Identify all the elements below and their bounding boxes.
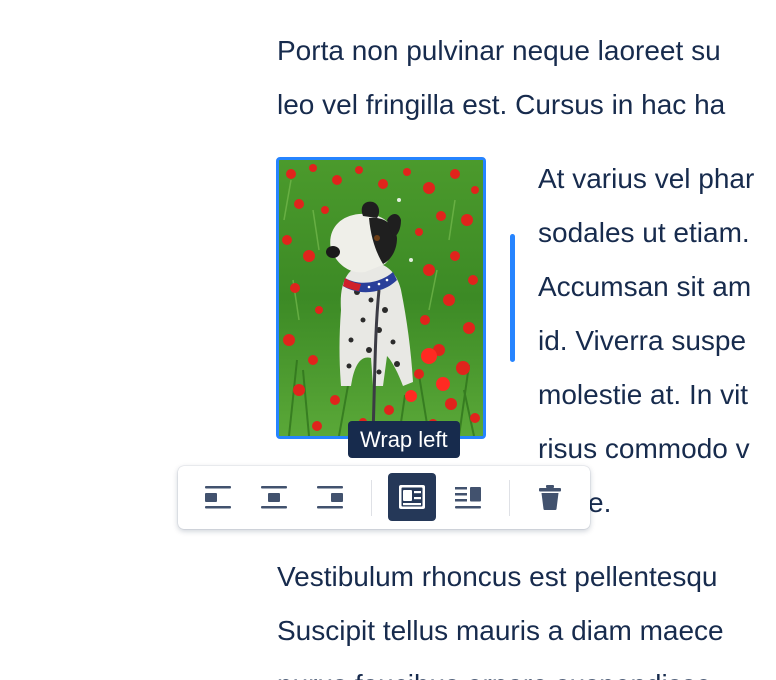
image-resize-handle[interactable] [510,234,515,362]
paragraph-line: sodales ut etiam. [538,217,750,248]
paragraph-line: Vestibulum rhoncus est pellentesqu [277,561,718,592]
wrap-left-tooltip: Wrap left [348,421,460,458]
paragraph-line: At varius vel phar [538,163,755,194]
paragraph-line: purus faucibus ornare suspendisse [277,658,711,680]
toolbar-separator [371,480,372,516]
wrap-right-button[interactable] [444,473,492,521]
dog-in-poppies-image [279,160,483,436]
wrap-left-button[interactable] [388,473,436,521]
remove-image-button[interactable] [526,473,574,521]
paragraph-line: Porta non pulvinar neque laoreet su [277,35,721,66]
paragraph-line: leo vel fringilla est. Cursus in hac ha [277,89,726,120]
toolbar-separator [509,480,510,516]
selected-image[interactable] [276,157,486,439]
align-image-left-icon [205,486,231,509]
paragraph-line: molestie at. In vit [538,379,749,410]
trash-icon [539,485,561,510]
paragraph-line: id. Viverra suspe [538,325,747,356]
align-image-right-button[interactable] [306,473,354,521]
align-image-left-button[interactable] [194,473,242,521]
image-layout-toolbar [178,466,590,529]
align-image-center-button[interactable] [250,473,298,521]
paragraph-line: Suscipit tellus mauris a diam maece [277,615,724,646]
paragraph-line: Accumsan sit am [538,271,752,302]
wrap-left-icon [399,485,425,509]
align-image-center-icon [261,486,287,509]
wrap-right-icon [455,487,481,509]
paragraph-line: e. [588,487,612,518]
align-image-right-icon [317,486,343,509]
